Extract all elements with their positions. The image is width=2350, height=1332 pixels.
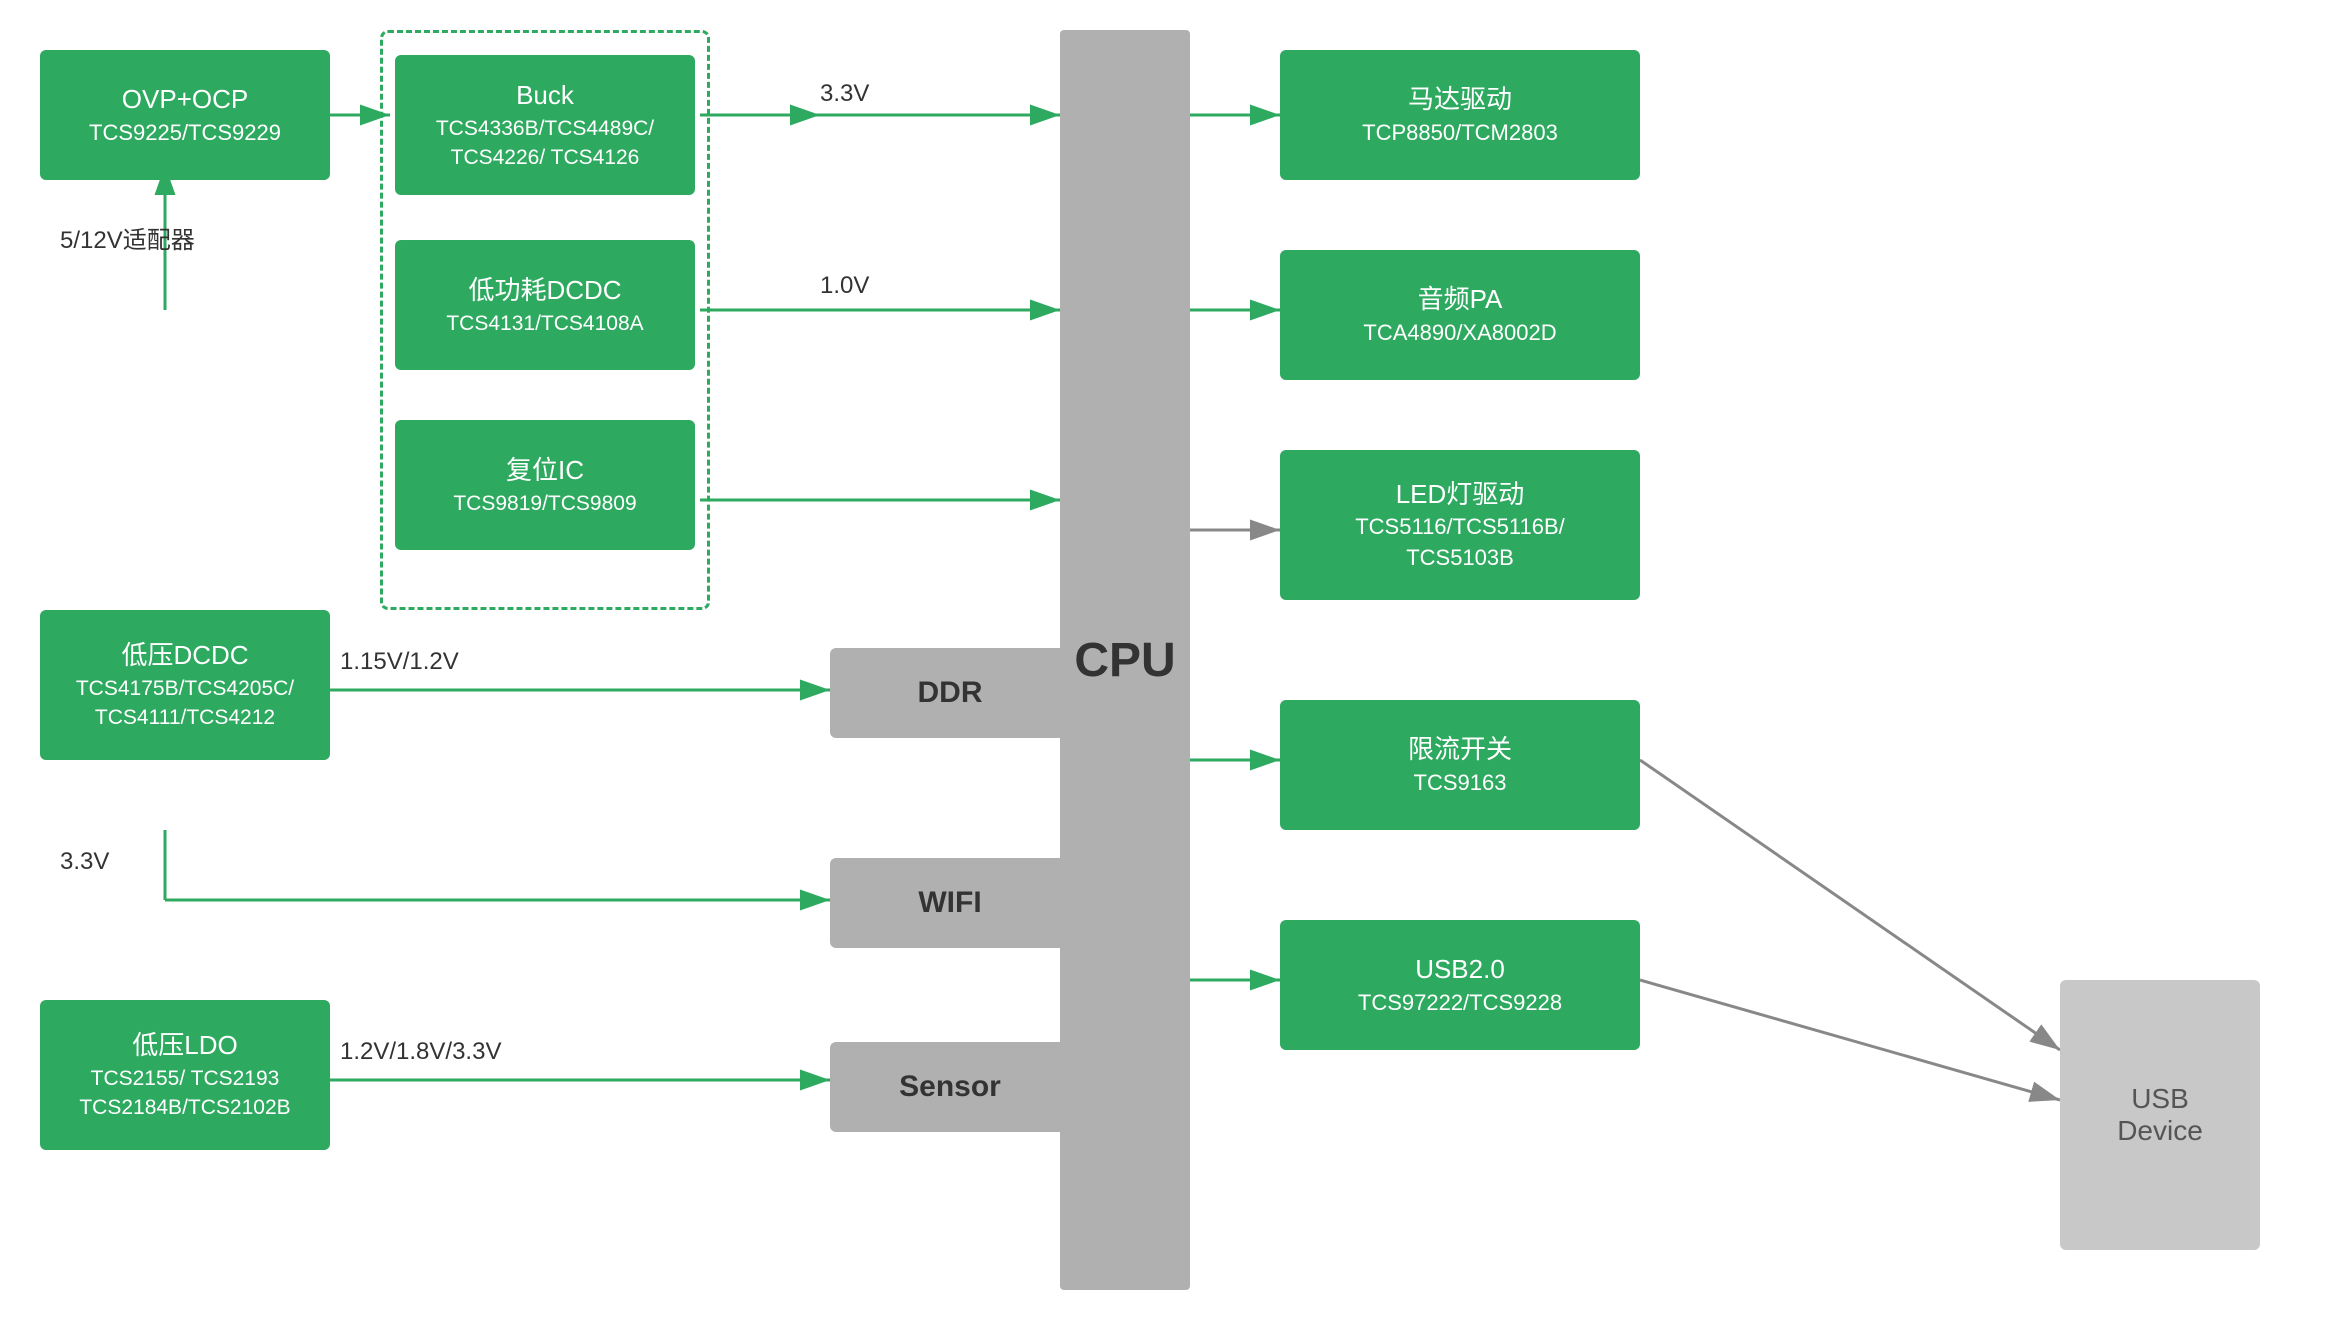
reset-ic-line2: TCS9819/TCS9809 xyxy=(453,489,636,518)
current-limit-line1: 限流开关 xyxy=(1408,731,1512,767)
ovp-ocp-box: OVP+OCP TCS9225/TCS9229 xyxy=(40,50,330,180)
buck-line2: TCS4336B/TCS4489C/ xyxy=(436,114,654,143)
low-power-dcdc-box: 低功耗DCDC TCS4131/TCS4108A xyxy=(395,240,695,370)
low-voltage-ldo-line3: TCS2184B/TCS2102B xyxy=(79,1093,290,1122)
ddr-label: DDR xyxy=(918,676,983,710)
cpu-label: CPU xyxy=(1074,633,1175,688)
motor-driver-line2: TCP8850/TCM2803 xyxy=(1362,118,1558,149)
sensor-label: Sensor xyxy=(899,1070,1001,1104)
usb-device-line1: USB xyxy=(2131,1083,2189,1115)
ovp-ocp-line1: OVP+OCP xyxy=(122,81,248,117)
low-voltage-ldo-line2: TCS2155/ TCS2193 xyxy=(91,1064,280,1093)
wifi-box: WIFI xyxy=(830,858,1070,948)
buck-box: Buck TCS4336B/TCS4489C/ TCS4226/ TCS4126 xyxy=(395,55,695,195)
low-power-dcdc-line2: TCS4131/TCS4108A xyxy=(446,309,643,338)
motor-driver-line1: 马达驱动 xyxy=(1408,81,1512,117)
usb2-line1: USB2.0 xyxy=(1415,951,1505,987)
v33-mid-label: 3.3V xyxy=(60,848,109,876)
v33-top-label: 3.3V xyxy=(820,80,869,108)
adapter-label: 5/12V适配器 xyxy=(60,220,195,255)
buck-line1: Buck xyxy=(516,77,574,113)
led-driver-box: LED灯驱动 TCS5116/TCS5116B/ TCS5103B xyxy=(1280,450,1640,600)
v12-18-33-label: 1.2V/1.8V/3.3V xyxy=(340,1038,501,1066)
low-voltage-dcdc-line3: TCS4111/TCS4212 xyxy=(95,703,275,732)
ovp-ocp-line2: TCS9225/TCS9229 xyxy=(89,118,281,149)
current-limit-line2: TCS9163 xyxy=(1414,768,1507,799)
led-driver-line2: TCS5116/TCS5116B/ xyxy=(1355,512,1565,543)
v10-label: 1.0V xyxy=(820,272,869,300)
cpu-bar: CPU xyxy=(1060,30,1190,1290)
buck-line3: TCS4226/ TCS4126 xyxy=(451,143,640,172)
led-driver-line3: TCS5103B xyxy=(1406,543,1514,574)
low-voltage-dcdc-box: 低压DCDC TCS4175B/TCS4205C/ TCS4111/TCS421… xyxy=(40,610,330,760)
diagram-container: 5/12V适配器 3.3V 1.0V 1.15V/1.2V 3.3V 1.2V/… xyxy=(0,0,2350,1332)
usb-device-line2: Device xyxy=(2117,1115,2203,1147)
audio-pa-line2: TCA4890/XA8002D xyxy=(1363,318,1556,349)
motor-driver-box: 马达驱动 TCP8850/TCM2803 xyxy=(1280,50,1640,180)
low-voltage-ldo-line1: 低压LDO xyxy=(132,1027,237,1063)
reset-ic-box: 复位IC TCS9819/TCS9809 xyxy=(395,420,695,550)
sensor-box: Sensor xyxy=(830,1042,1070,1132)
low-voltage-ldo-box: 低压LDO TCS2155/ TCS2193 TCS2184B/TCS2102B xyxy=(40,1000,330,1150)
ddr-box: DDR xyxy=(830,648,1070,738)
low-voltage-dcdc-line2: TCS4175B/TCS4205C/ xyxy=(76,674,294,703)
low-power-dcdc-line1: 低功耗DCDC xyxy=(468,272,621,308)
v115-12-label: 1.15V/1.2V xyxy=(340,648,459,676)
wifi-label: WIFI xyxy=(918,886,981,920)
low-voltage-dcdc-line1: 低压DCDC xyxy=(121,637,248,673)
led-driver-line1: LED灯驱动 xyxy=(1396,476,1525,512)
usb-device-box: USB Device xyxy=(2060,980,2260,1250)
usb2-box: USB2.0 TCS97222/TCS9228 xyxy=(1280,920,1640,1050)
usb2-line2: TCS97222/TCS9228 xyxy=(1358,988,1562,1019)
current-limit-box: 限流开关 TCS9163 xyxy=(1280,700,1640,830)
audio-pa-box: 音频PA TCA4890/XA8002D xyxy=(1280,250,1640,380)
reset-ic-line1: 复位IC xyxy=(506,452,584,488)
audio-pa-line1: 音频PA xyxy=(1418,281,1503,317)
